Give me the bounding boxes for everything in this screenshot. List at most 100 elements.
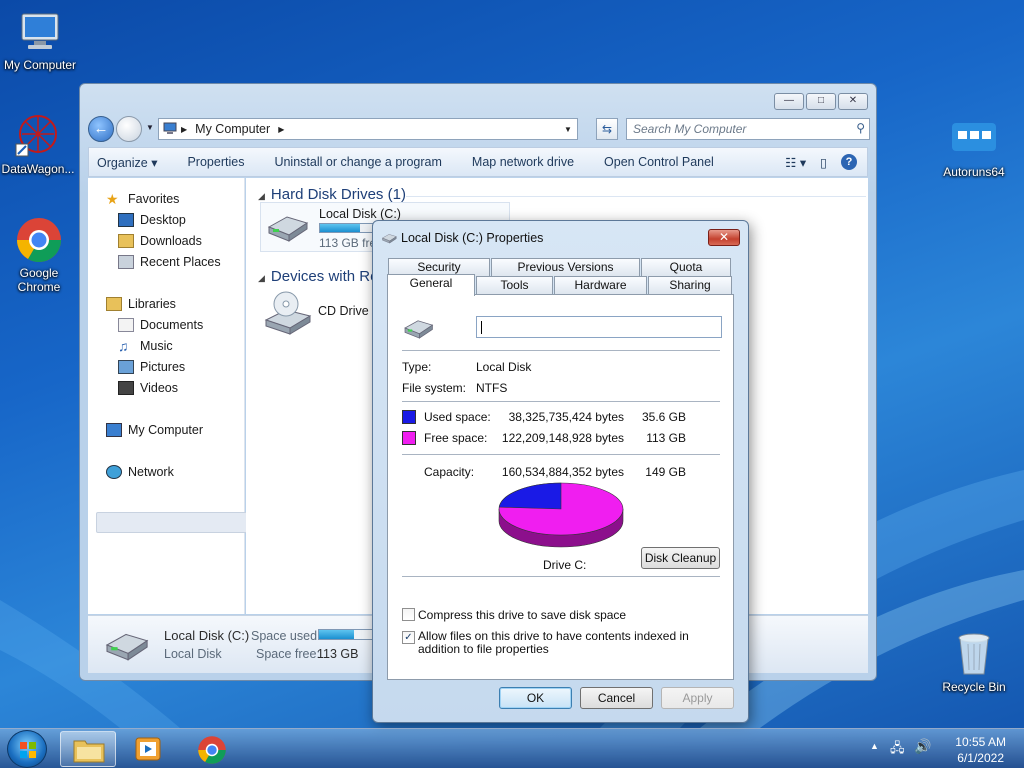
file-system-value: NTFS bbox=[476, 381, 508, 395]
cancel-button[interactable]: Cancel bbox=[580, 687, 653, 709]
recent-places-icon bbox=[118, 255, 134, 269]
videos-icon bbox=[118, 381, 134, 395]
address-bar[interactable]: ▶ My Computer ▶ ▼ bbox=[158, 118, 578, 140]
breadcrumb-my-computer[interactable]: My Computer bbox=[195, 122, 270, 136]
start-button[interactable] bbox=[7, 730, 47, 768]
tab-tools[interactable]: Tools bbox=[476, 276, 553, 294]
hard-drive-icon bbox=[382, 234, 397, 244]
maximize-button[interactable]: □ bbox=[806, 93, 836, 110]
tab-sharing[interactable]: Sharing bbox=[648, 276, 732, 294]
search-input[interactable]: Search My Computer ⚲ bbox=[626, 118, 870, 140]
disk-cleanup-button[interactable]: Disk Cleanup bbox=[641, 547, 720, 569]
organize-button[interactable]: Organize ▾ bbox=[97, 155, 157, 170]
tab-quota[interactable]: Quota bbox=[641, 258, 731, 276]
close-button[interactable]: ✕ bbox=[838, 93, 868, 110]
recycle-bin-icon bbox=[950, 630, 998, 678]
nav-item-documents[interactable]: Documents bbox=[118, 318, 203, 332]
uninstall-button[interactable]: Uninstall or change a program bbox=[274, 155, 441, 169]
back-button[interactable]: ← bbox=[88, 116, 114, 142]
clock-date: 6/1/2022 bbox=[957, 751, 1004, 765]
nav-selection-highlight bbox=[96, 512, 251, 533]
cd-drive-tile[interactable]: CD Drive ( bbox=[260, 288, 380, 340]
star-icon: ★ bbox=[106, 191, 119, 207]
taskbar-chrome-button[interactable] bbox=[184, 731, 240, 767]
desktop-icon-label: Recycle Bin bbox=[942, 680, 1006, 694]
nav-label: Documents bbox=[140, 318, 204, 332]
desktop-icon-chrome[interactable]: Google Chrome bbox=[0, 216, 80, 294]
network-icon bbox=[106, 465, 122, 479]
separator bbox=[402, 350, 720, 351]
desktop-icon-recycle-bin[interactable]: Recycle Bin bbox=[934, 630, 1014, 694]
desktop-icon-my-computer[interactable]: My Computer bbox=[0, 8, 80, 72]
drive-letter-label: Drive C: bbox=[543, 558, 587, 572]
address-dropdown-icon[interactable]: ▼ bbox=[559, 125, 577, 134]
capacity-label: Capacity: bbox=[424, 465, 475, 479]
nav-label: My Computer bbox=[128, 423, 204, 437]
file-system-label: File system: bbox=[402, 381, 467, 395]
details-free-label: Space free: bbox=[256, 647, 320, 661]
preview-pane-icon[interactable]: ▯ bbox=[820, 155, 827, 170]
show-hidden-icons[interactable]: ▲ bbox=[870, 741, 879, 751]
computer-icon bbox=[16, 8, 64, 56]
map-network-drive-button[interactable]: Map network drive bbox=[472, 155, 574, 169]
tab-previous-versions[interactable]: Previous Versions bbox=[491, 258, 640, 276]
nav-item-favorites[interactable]: ★ Favorites bbox=[106, 192, 179, 206]
nav-item-desktop[interactable]: Desktop bbox=[118, 213, 186, 227]
command-bar: Organize ▾ Properties Uninstall or chang… bbox=[88, 147, 868, 177]
free-space-gb: 113 GB bbox=[646, 431, 686, 445]
tab-hardware[interactable]: Hardware bbox=[554, 276, 647, 294]
help-icon[interactable]: ? bbox=[841, 154, 857, 170]
nav-item-recent[interactable]: Recent Places bbox=[118, 255, 221, 269]
desktop-icon-datawagon[interactable]: DataWagon... bbox=[0, 112, 78, 176]
collapse-icon: ◢ bbox=[258, 273, 265, 283]
nav-item-network[interactable]: Network bbox=[106, 465, 174, 479]
group-header-hard-disk[interactable]: ◢ Hard Disk Drives (1) bbox=[258, 186, 406, 203]
capacity-bytes: 160,534,884,352 bytes bbox=[501, 465, 624, 479]
nav-item-videos[interactable]: Videos bbox=[118, 381, 178, 395]
compress-checkbox[interactable] bbox=[402, 608, 415, 621]
minimize-button[interactable]: — bbox=[774, 93, 804, 110]
ok-button[interactable]: OK bbox=[499, 687, 572, 709]
used-space-bytes: 38,325,735,424 bytes bbox=[508, 410, 624, 424]
nav-label: Network bbox=[128, 465, 174, 479]
arrow-left-icon: ← bbox=[93, 120, 109, 137]
desktop-icon-label: DataWagon... bbox=[1, 162, 75, 176]
refresh-button[interactable]: ⇆ bbox=[596, 118, 618, 140]
general-tab-panel: Type: Local Disk File system: NTFS Used … bbox=[387, 294, 734, 680]
nav-item-downloads[interactable]: Downloads bbox=[118, 234, 202, 248]
forward-button[interactable] bbox=[116, 116, 142, 142]
network-tray-icon[interactable]: 🖧 bbox=[890, 739, 905, 761]
computer-small-icon bbox=[159, 122, 181, 137]
tab-general[interactable]: General bbox=[387, 274, 475, 296]
windows-logo-icon bbox=[20, 742, 36, 758]
clock[interactable]: 10:55 AM 6/1/2022 bbox=[955, 733, 1006, 765]
libraries-icon bbox=[106, 297, 122, 311]
view-options-icon[interactable]: ☷ ▾ bbox=[785, 155, 806, 170]
nav-label: Music bbox=[140, 339, 173, 353]
nav-item-pictures[interactable]: Pictures bbox=[118, 360, 185, 374]
properties-button[interactable]: Properties bbox=[187, 155, 244, 169]
apply-button[interactable]: Apply bbox=[661, 687, 734, 709]
index-checkbox[interactable]: ✓ bbox=[402, 631, 415, 644]
desktop-icon-label: Google Chrome bbox=[17, 266, 61, 294]
search-icon[interactable]: ⚲ bbox=[856, 121, 865, 135]
taskbar-explorer-button[interactable] bbox=[60, 731, 116, 767]
desktop-icon-autoruns[interactable]: Autoruns64 bbox=[934, 115, 1014, 179]
group-header-devices[interactable]: ◢ Devices with Re bbox=[258, 268, 378, 285]
volume-tray-icon[interactable]: 🔊 bbox=[914, 738, 931, 755]
properties-dialog[interactable]: Local Disk (C:) Properties ✕ Security Pr… bbox=[372, 220, 749, 723]
history-dropdown-icon[interactable]: ▼ bbox=[146, 123, 154, 132]
nav-label: Libraries bbox=[128, 297, 176, 311]
chrome-icon bbox=[198, 736, 226, 764]
taskbar-media-player-button[interactable] bbox=[120, 731, 176, 767]
group-divider bbox=[406, 196, 866, 197]
desktop-icon-label: Autoruns64 bbox=[943, 165, 1005, 179]
free-space-swatch bbox=[402, 431, 416, 445]
nav-item-my-computer[interactable]: My Computer bbox=[106, 423, 203, 437]
dialog-close-button[interactable]: ✕ bbox=[708, 229, 740, 246]
nav-item-music[interactable]: ♫ Music bbox=[118, 339, 173, 353]
breadcrumb-separator-icon[interactable]: ▶ bbox=[278, 125, 284, 134]
nav-item-libraries[interactable]: Libraries bbox=[106, 297, 176, 311]
drive-label-input[interactable] bbox=[476, 316, 722, 338]
open-control-panel-button[interactable]: Open Control Panel bbox=[604, 155, 714, 169]
